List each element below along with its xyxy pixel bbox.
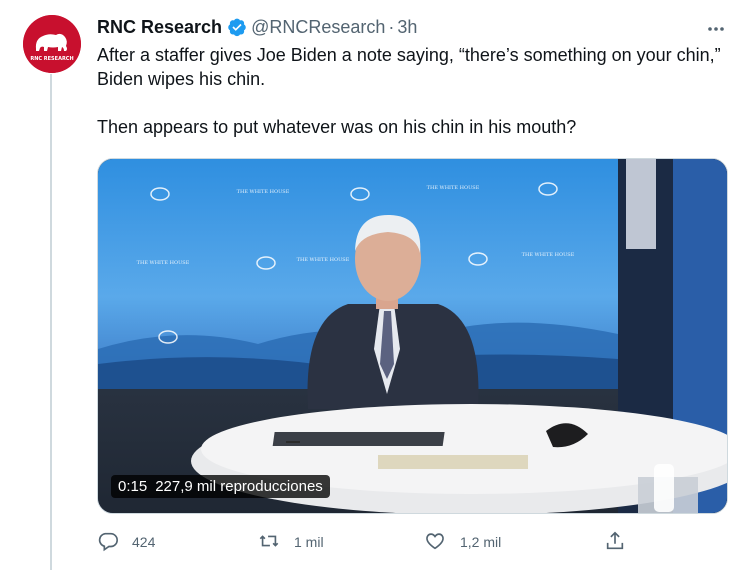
reply-count: 424 bbox=[132, 534, 156, 550]
share-icon bbox=[604, 530, 626, 555]
author-handle[interactable]: @RNCResearch bbox=[251, 17, 385, 38]
more-options-icon[interactable] bbox=[704, 17, 728, 41]
svg-text:THE WHITE HOUSE: THE WHITE HOUSE bbox=[297, 257, 350, 263]
like-count: 1,2 mil bbox=[460, 534, 502, 550]
tweet-text-paragraph-1: After a staffer gives Joe Biden a note s… bbox=[97, 45, 721, 89]
svg-text:RNC RESEARCH: RNC RESEARCH bbox=[30, 56, 73, 62]
tweet-actions: 424 1 mil 1,2 mil bbox=[97, 529, 727, 555]
retweet-count: 1 mil bbox=[294, 534, 324, 550]
separator-dot: · bbox=[388, 16, 395, 37]
verified-badge-icon bbox=[227, 17, 247, 37]
video-duration: 0:15 bbox=[118, 478, 148, 495]
svg-text:THE WHITE HOUSE: THE WHITE HOUSE bbox=[137, 260, 190, 266]
video-stats-badge: 0:15 227,9 mil reproducciones bbox=[111, 475, 330, 498]
reply-icon bbox=[97, 530, 119, 555]
like-icon bbox=[424, 530, 446, 555]
retweet-button[interactable]: 1 mil bbox=[258, 529, 324, 555]
tweet-text: After a staffer gives Joe Biden a note s… bbox=[97, 43, 727, 139]
tweet-header: RNC Research @RNCResearch · 3h bbox=[97, 15, 417, 39]
author-name[interactable]: RNC Research bbox=[97, 17, 222, 38]
video-views: 227,9 mil reproducciones bbox=[155, 478, 323, 495]
thread-line bbox=[50, 74, 52, 570]
video-player[interactable]: THE WHITE HOUSE THE WHITE HOUSE THE WHIT… bbox=[97, 158, 728, 514]
share-button[interactable] bbox=[604, 529, 626, 555]
svg-text:THE WHITE HOUSE: THE WHITE HOUSE bbox=[522, 252, 575, 258]
retweet-icon bbox=[258, 530, 280, 555]
like-button[interactable]: 1,2 mil bbox=[424, 529, 501, 555]
avatar[interactable]: RNC RESEARCH bbox=[23, 15, 81, 73]
tweet-text-paragraph-2: Then appears to put whatever was on his … bbox=[97, 117, 577, 137]
svg-text:THE WHITE HOUSE: THE WHITE HOUSE bbox=[237, 189, 290, 195]
rnc-logo-image: RNC RESEARCH bbox=[23, 15, 81, 73]
svg-text:THE WHITE HOUSE: THE WHITE HOUSE bbox=[427, 185, 480, 191]
video-frame: THE WHITE HOUSE THE WHITE HOUSE THE WHIT… bbox=[98, 159, 727, 513]
timestamp[interactable]: 3h bbox=[397, 17, 417, 38]
reply-button[interactable]: 424 bbox=[97, 529, 155, 555]
